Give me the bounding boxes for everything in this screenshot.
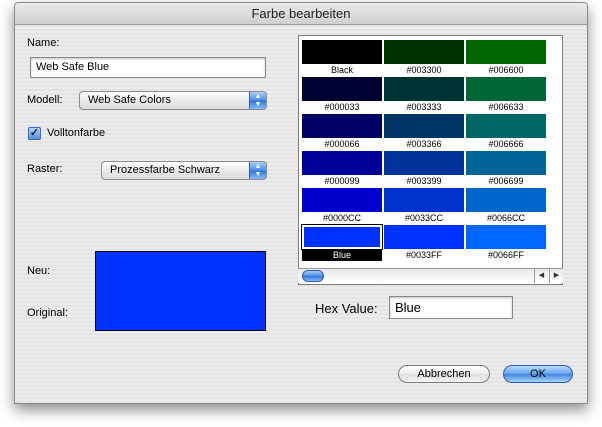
palette-swatch[interactable]	[302, 151, 382, 175]
palette-swatch[interactable]	[384, 151, 464, 175]
palette-swatch-label: #0066CC	[486, 213, 526, 223]
palette-swatch[interactable]	[384, 225, 464, 249]
palette-swatch-label: #000033	[324, 102, 360, 112]
solid-color-label: Volltonfarbe	[47, 127, 106, 139]
palette-swatch-label: Blue	[302, 249, 382, 261]
up-down-arrows-icon: ▲ ▼	[249, 92, 266, 109]
palette-swatch[interactable]	[384, 114, 464, 138]
palette-swatch[interactable]	[301, 224, 383, 250]
scrollbar-thumb[interactable]	[302, 270, 324, 282]
palette-swatch-label: #006633	[488, 102, 524, 112]
palette-swatch[interactable]	[466, 151, 546, 175]
original-color-label: Original:	[27, 307, 68, 319]
palette-swatch[interactable]	[384, 77, 464, 101]
palette-swatch[interactable]	[302, 188, 382, 212]
palette-swatch[interactable]	[466, 40, 546, 64]
edit-color-dialog: Farbe bearbeiten Name: Web Safe Blue Mod…	[14, 2, 588, 404]
palette-swatch[interactable]	[466, 188, 546, 212]
palette-swatch[interactable]	[384, 40, 464, 64]
name-field[interactable]: Web Safe Blue	[30, 57, 266, 78]
palette-swatch-label: #003366	[406, 139, 442, 149]
palette-swatch[interactable]	[466, 77, 546, 101]
palette-swatch-label: #003333	[406, 102, 442, 112]
cancel-button[interactable]: Abbrechen	[398, 365, 490, 383]
palette-swatch-label: #000099	[324, 176, 360, 186]
palette-swatch[interactable]	[302, 114, 382, 138]
palette-swatch-label: #0066FF	[487, 250, 525, 260]
palette-swatch-label: #000066	[324, 139, 360, 149]
palette-swatch[interactable]	[384, 188, 464, 212]
window-title: Farbe bearbeiten	[15, 3, 587, 25]
left-arrow-icon[interactable]: ◀	[534, 269, 548, 283]
hex-value-label: Hex Value:	[315, 301, 378, 316]
raster-label: Raster:	[27, 163, 63, 175]
raster-popup-value: Prozessfarbe Schwarz	[110, 164, 221, 176]
palette-swatch-label: #006699	[488, 176, 524, 186]
palette-swatch-label: Black	[330, 65, 353, 75]
palette-swatch[interactable]	[466, 225, 546, 249]
palette-swatch-label: #006666	[488, 139, 524, 149]
palette-swatch[interactable]	[302, 77, 382, 101]
model-popup[interactable]: Web Safe Colors ▲ ▼	[79, 91, 267, 110]
color-palette: Black #003300 #006600 #000033 #003333 #006633…	[298, 35, 563, 285]
palette-swatch-label: #003399	[406, 176, 442, 186]
palette-swatch-label: #0033FF	[405, 250, 443, 260]
name-label: Name:	[27, 37, 60, 49]
palette-swatch-label: #006600	[488, 65, 524, 75]
palette-swatch-label: #0033CC	[404, 213, 444, 223]
palette-scrollbar[interactable]: ◀ ▶	[298, 268, 563, 283]
up-down-arrows-icon: ▲ ▼	[249, 162, 266, 179]
color-preview-swatch	[95, 251, 266, 331]
new-color-label: Neu:	[27, 265, 51, 277]
solid-color-checkbox[interactable]: ✓	[28, 127, 41, 140]
raster-popup[interactable]: Prozessfarbe Schwarz ▲ ▼	[101, 161, 267, 180]
palette-swatch[interactable]	[466, 114, 546, 138]
right-arrow-icon[interactable]: ▶	[549, 269, 563, 283]
palette-swatch[interactable]	[302, 40, 382, 64]
palette-swatch-label: #003300	[406, 65, 442, 75]
hex-value-field[interactable]: Blue	[389, 296, 513, 319]
model-popup-value: Web Safe Colors	[88, 94, 171, 106]
ok-button[interactable]: OK	[503, 365, 573, 383]
model-label: Modell:	[27, 94, 63, 106]
checkmark-icon: ✓	[29, 127, 40, 139]
palette-swatch-label: #0000CC	[322, 213, 362, 223]
